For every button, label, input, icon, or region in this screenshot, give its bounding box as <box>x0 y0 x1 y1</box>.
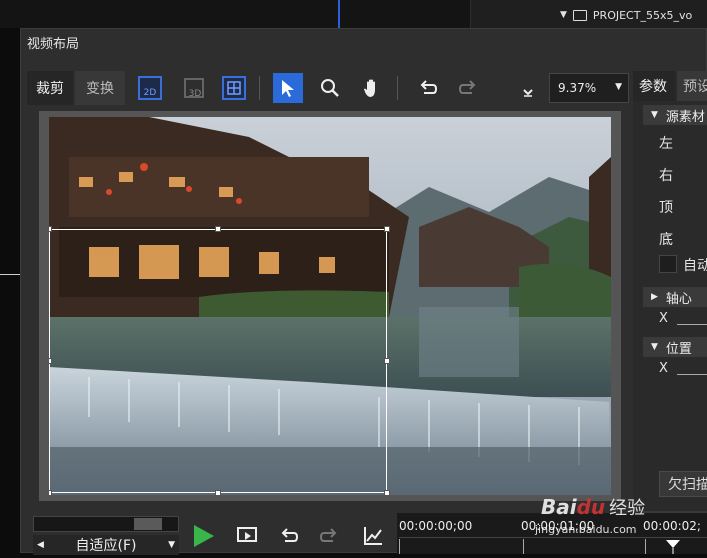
playhead[interactable] <box>665 539 681 558</box>
video-frame <box>49 117 611 495</box>
triangle-down-icon: ▼ <box>560 10 567 20</box>
crop-handle-top-left[interactable] <box>49 226 52 232</box>
tab-crop[interactable]: 裁剪 <box>27 71 73 105</box>
zoom-dropdown-arrow[interactable] <box>521 83 535 102</box>
crop-handle-bottom-right[interactable] <box>384 490 390 495</box>
2d-view-button[interactable]: 2D <box>135 73 165 103</box>
3d-view-icon: 3D <box>184 78 204 99</box>
zoom-slider[interactable] <box>33 516 179 532</box>
triangle-down-icon: ▼ <box>651 342 658 352</box>
position-x-label: X <box>659 361 668 376</box>
toolbar-separator <box>397 76 398 100</box>
section-source[interactable]: ▼ 源素材 <box>643 105 707 125</box>
baidu-watermark: Baidu 经验 <box>541 487 701 527</box>
zoom-level-select[interactable]: 9.37% ▼ <box>549 73 629 103</box>
timeline-tick <box>645 539 646 554</box>
zoom-level-value: 9.37% <box>558 81 597 95</box>
watermark-url: jingyan.baidu.com <box>535 523 637 536</box>
magnifier-icon <box>321 79 339 97</box>
redo-icon <box>458 80 476 94</box>
playhead-marker-icon <box>666 540 680 554</box>
graph-button[interactable] <box>357 521 389 551</box>
loop-play-icon <box>237 527 257 542</box>
grid-button[interactable] <box>219 73 249 103</box>
crop-handle-bottom-left[interactable] <box>49 490 52 495</box>
2d-view-icon: 2D <box>138 76 162 100</box>
video-layout-dialog: 视频布局 裁剪 变换 2D 3D 9.37% ▼ 参数 预设 ▼ 源素材 左 右… <box>20 28 707 555</box>
preview-area[interactable] <box>39 111 621 501</box>
axis-x-field[interactable] <box>677 324 707 325</box>
chevron-down-icon <box>523 89 533 97</box>
tab-params[interactable]: 参数 <box>633 71 675 101</box>
triangle-right-icon: ▶ <box>651 292 658 302</box>
fit-mode-label: 自适应(F) <box>75 538 137 554</box>
crop-right-label: 右 <box>659 168 673 184</box>
auto-checkbox[interactable] <box>659 255 677 273</box>
tab-presets[interactable]: 预设 <box>677 71 707 101</box>
play-button[interactable] <box>187 521 219 551</box>
redo-icon <box>319 528 337 542</box>
folder-icon <box>572 9 587 21</box>
svg-text:2D: 2D <box>144 88 157 98</box>
section-position[interactable]: ▼ 位置 <box>643 337 707 357</box>
undo-icon <box>420 80 438 94</box>
axis-x-label: X <box>659 311 668 326</box>
watermark-text: 经验 <box>609 498 646 519</box>
graph-icon <box>364 527 382 545</box>
loop-play-button[interactable] <box>231 521 263 551</box>
crop-handle-bottom[interactable] <box>215 490 221 495</box>
triangle-left-icon[interactable]: ◀ <box>37 540 44 550</box>
pointer-icon <box>282 80 294 97</box>
undo-icon <box>281 528 299 542</box>
timeline-tick <box>523 539 524 554</box>
baidu-logo: Baidu <box>541 495 606 519</box>
zoom-slider-thumb[interactable] <box>134 518 162 530</box>
tab-transform[interactable]: 变换 <box>75 71 125 105</box>
undo-button[interactable] <box>413 73 443 103</box>
dialog-title: 视频布局 <box>27 37 80 52</box>
timeline-redo-button[interactable] <box>313 521 345 551</box>
crop-handle-left[interactable] <box>49 358 52 364</box>
crop-frame[interactable] <box>49 229 387 493</box>
crop-bottom-label: 底 <box>659 232 673 248</box>
triangle-down-icon: ▼ <box>651 110 658 120</box>
crop-top-label: 顶 <box>659 200 673 216</box>
project-tree-item[interactable]: ▼ PROJECT_55x5_vo <box>560 7 692 23</box>
zoom-tool-button[interactable] <box>315 73 345 103</box>
play-icon <box>194 525 214 547</box>
timecode-0: 00:00:00;00 <box>399 519 473 533</box>
auto-label: 自动 <box>683 258 707 274</box>
section-axis-label: 轴心 <box>665 291 692 307</box>
crop-handle-top-right[interactable] <box>384 226 390 232</box>
section-source-label: 源素材 <box>665 109 705 125</box>
grid-icon <box>222 76 246 100</box>
properties-panel: 参数 预设 ▼ 源素材 左 右 顶 底 自动 ▶ 轴心 X ▼ 位置 X 欠扫描… <box>633 71 707 554</box>
crop-handle-top[interactable] <box>215 226 221 232</box>
fit-mode-select[interactable]: ◀ 自适应(F) ▼ <box>33 535 179 555</box>
background-divider <box>0 274 20 275</box>
timeline-undo-button[interactable] <box>273 521 305 551</box>
background-accent-line <box>338 0 340 28</box>
position-x-field[interactable] <box>677 374 707 375</box>
3d-view-button[interactable]: 3D <box>179 73 209 103</box>
hand-icon <box>364 79 375 97</box>
triangle-down-icon[interactable]: ▼ <box>168 540 175 550</box>
section-position-label: 位置 <box>665 341 692 357</box>
timeline-tick <box>399 539 400 554</box>
pointer-tool-button[interactable] <box>273 73 303 103</box>
toolbar-separator <box>259 76 260 100</box>
crop-handle-right[interactable] <box>384 358 390 364</box>
crop-left-label: 左 <box>659 136 673 152</box>
project-name: PROJECT_55x5_vo <box>592 8 693 22</box>
redo-button[interactable] <box>453 73 483 103</box>
triangle-down-icon: ▼ <box>615 82 622 92</box>
hand-tool-button[interactable] <box>357 73 387 103</box>
timeline-baseline <box>399 537 707 538</box>
svg-text:3D: 3D <box>189 89 202 99</box>
section-axis[interactable]: ▶ 轴心 <box>643 287 707 307</box>
